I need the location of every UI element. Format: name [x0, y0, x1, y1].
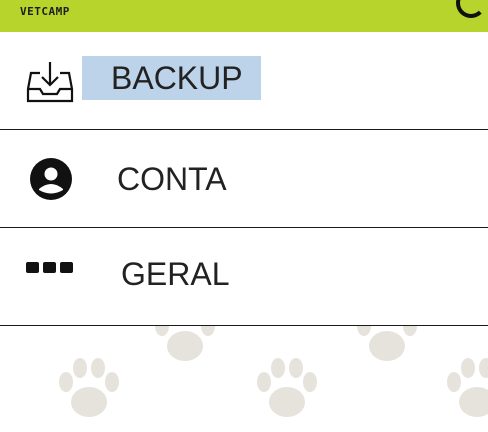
more-dots-icon — [26, 262, 73, 273]
menu-item-label: CONTA — [117, 161, 227, 197]
menu-item-label: BACKUP — [82, 56, 261, 100]
app-logo: VETCAMP — [20, 0, 70, 20]
download-tray-icon — [26, 62, 74, 103]
paw-print-icon — [257, 358, 317, 417]
menu-item-label: GERAL — [121, 256, 230, 292]
menu-item-conta[interactable]: CONTA — [0, 130, 488, 228]
refresh-icon[interactable] — [456, 0, 486, 18]
app-header: VETCAMP — [0, 0, 488, 32]
menu-item-backup[interactable]: BACKUP — [0, 32, 488, 130]
menu-item-geral[interactable]: GERAL — [0, 228, 488, 326]
logo-text: VETCAMP — [20, 5, 70, 18]
paw-print-icon — [447, 358, 488, 417]
paw-print-icon — [59, 358, 119, 417]
settings-menu: BACKUP CONTA GERAL — [0, 32, 488, 326]
account-icon — [30, 158, 72, 200]
